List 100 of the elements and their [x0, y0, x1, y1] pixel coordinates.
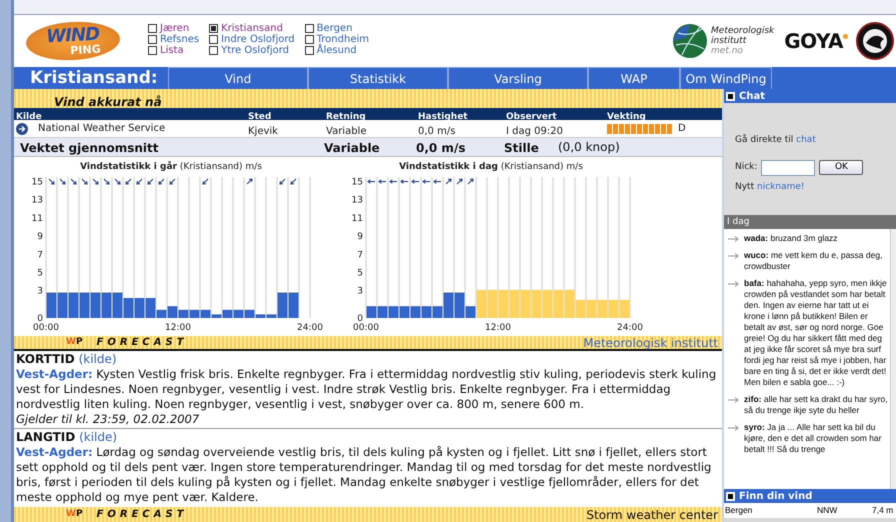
collapse-icon[interactable]	[726, 492, 735, 500]
x-tick-label: 00:00	[353, 323, 379, 333]
forecast-title: LANGTID	[16, 430, 76, 444]
y-tick-label: 0	[37, 314, 43, 324]
location-link[interactable]: Bergen	[316, 22, 352, 34]
column-header: Vekting	[607, 112, 646, 122]
location-link[interactable]: Indre Oslofjord	[221, 34, 295, 44]
y-tick-label: 9	[37, 232, 43, 242]
bar	[620, 300, 630, 318]
nick-input[interactable]	[761, 160, 816, 176]
checkbox[interactable]	[304, 34, 314, 44]
bar	[378, 306, 388, 318]
checkbox[interactable]	[209, 34, 218, 44]
chart-title: Vindstatistikk i dag (Kristiansand) m/s	[399, 162, 583, 172]
average-label: Vektet gjennomsnitt	[20, 141, 158, 155]
column-header: Hastighet	[418, 112, 468, 122]
valid-until: Gjelder til kl. 23:59, 02.02.2007	[16, 412, 200, 427]
table-cell-text: National Weather Service	[38, 122, 166, 136]
nav-tab[interactable]: Varsling	[448, 67, 588, 89]
chat-message: bafa: hahahaha, yepp syro, men ikkje crowden på vestlandet som har betalt den. Ingen av eierne har tatt ut ei krone i lønn på butikken! Bilen er betalt av øst, sør og nord norge. Goe greie! Og du har sikkert fått med deg at jeg ikke får scoret så mye bra surf fordi jeg har reist så mye i jobben, har bare en ting å si, det er ikke verdt det! Men bilen e sabla goe... :-)	[744, 278, 888, 388]
chat-message: syro: Ja ja ... Alle har sett ka bil du kjøre, den e det all crowden som har betalt !!! Så du trenge	[744, 422, 882, 455]
column-header: Sted	[248, 112, 272, 122]
x-tick-label: 24:00	[297, 323, 323, 333]
table-cell: Variable	[326, 126, 366, 136]
nav-tab[interactable]: Vind	[168, 67, 308, 89]
checkbox[interactable]	[148, 34, 157, 44]
page-title: Kristiansand:	[29, 67, 159, 89]
weight-grade: D	[678, 122, 686, 136]
nav-tab[interactable]: Statistikk	[308, 67, 448, 89]
location-link[interactable]: Lista	[160, 44, 184, 56]
scrollbar[interactable]	[890, 229, 896, 489]
forecast-title: KORTTID	[16, 352, 75, 366]
chat-link[interactable]: chat	[796, 135, 816, 145]
y-tick-label: 13	[32, 196, 43, 206]
bar	[288, 292, 298, 318]
goya-logo: GOYA	[784, 28, 843, 55]
checkbox[interactable]	[209, 24, 218, 32]
bar	[234, 310, 244, 318]
bar	[608, 300, 618, 318]
location-link[interactable]: Jæren	[160, 22, 190, 34]
location-link[interactable]: Trondheim	[316, 34, 369, 44]
x-tick-label: 00:00	[33, 323, 59, 333]
credit-link[interactable]: Meteorologisk institutt	[583, 334, 718, 352]
nav-tab[interactable]: WAP	[588, 67, 680, 89]
place-name: Bergen	[725, 505, 752, 516]
ok-button[interactable]: OK	[819, 160, 864, 175]
column-header: Kilde	[16, 112, 42, 122]
y-tick-label: 9	[357, 232, 363, 242]
source-link[interactable]: (kilde)	[78, 352, 117, 366]
location-link[interactable]: Ålesund	[316, 44, 357, 56]
column-header: Retning	[326, 112, 366, 122]
collapse-icon[interactable]	[726, 92, 735, 100]
checkbox[interactable]	[209, 46, 218, 54]
y-tick-label: 3	[357, 286, 363, 297]
location-link[interactable]: Kristiansand	[221, 22, 283, 34]
wind-speed: 7,4 m	[872, 504, 894, 517]
checkbox[interactable]	[304, 46, 314, 54]
x-tick-label: 24:00	[617, 323, 643, 333]
bar	[400, 306, 410, 318]
checkbox[interactable]	[148, 24, 157, 32]
arrow-icon	[728, 278, 740, 289]
chat-message: wada: bruzand 3m glazz	[744, 233, 838, 244]
y-tick-label: 7	[37, 250, 43, 260]
table-cell: 0,0 m/s	[418, 126, 456, 136]
y-tick-label: 7	[357, 250, 363, 260]
y-tick-label: 5	[357, 268, 363, 279]
bar	[510, 290, 520, 318]
section-title: Vind akkurat nå	[54, 95, 162, 109]
bar	[554, 290, 564, 318]
bar	[422, 306, 432, 318]
bar	[586, 300, 596, 318]
bar	[58, 292, 68, 318]
chat-message: wuco: me vett kem du e, passa deg, crowdbuster	[744, 250, 884, 272]
bar	[498, 290, 508, 318]
nav-tab[interactable]: Om WindPing	[680, 67, 772, 89]
bar	[178, 310, 188, 318]
windping-logo[interactable]: WIND PING	[25, 20, 121, 62]
met-logo-text: Meteorologisk	[711, 26, 774, 36]
forecast-text: Vest-Agder: Lørdag og søndag overveiende vestlig bris, til dels kuling på kysten og i fjellet. Litt snø i fjellet, ellers stort sett opphold og til dels pent vær. Ingen store temperaturendringer. Mandag til og med torsdag for det meste nordvestlig bris, først i perioden til dels kuling på kysten og i fjellet. Mandag enkelte snøbyger i vestlige fjellområder, ellers for det meste opphold og mye pent vær. Kaldere.	[16, 445, 712, 505]
arrow-icon	[728, 233, 740, 244]
y-tick-label: 15	[352, 178, 363, 188]
nickname-link[interactable]: nickname!	[757, 182, 804, 192]
location-link[interactable]: Ytre Oslofjord	[221, 44, 290, 56]
checkbox[interactable]	[148, 46, 157, 54]
forecast-label: FORECAST	[96, 336, 188, 350]
bar	[366, 306, 376, 318]
bar	[112, 292, 122, 318]
arrow-icon	[728, 394, 740, 405]
y-tick-label: 5	[37, 268, 43, 279]
arrow-right-icon[interactable]	[16, 122, 28, 134]
forecast-text: Vest-Agder: Kysten Vestlig frisk bris. Enkelte regnbyger. Fra i ettermiddag nordvestlig stiv kuling, periodevis sterk kuling vest for Lindesnes. Noen regnbyger, vesentlig i vest. Indre strøk Vestlig bris. Enkelte regnbyger. Fra i ettermiddag nordvestlig liten kuling. Noen regnbyger, vesentlig i vest, snøbyger over ca. 800 m, senere 600 m.	[16, 367, 718, 412]
y-tick-label: 13	[352, 196, 363, 206]
average-description: Stille	[504, 141, 539, 155]
checkbox[interactable]	[304, 24, 314, 32]
bar	[388, 306, 398, 318]
x-tick-label: 12:00	[165, 323, 191, 333]
source-link[interactable]: (kilde)	[79, 430, 118, 444]
location-link[interactable]: Refsnes	[160, 34, 200, 44]
credit-link[interactable]: Storm weather center	[586, 506, 718, 522]
column-header: Observert	[506, 112, 557, 122]
